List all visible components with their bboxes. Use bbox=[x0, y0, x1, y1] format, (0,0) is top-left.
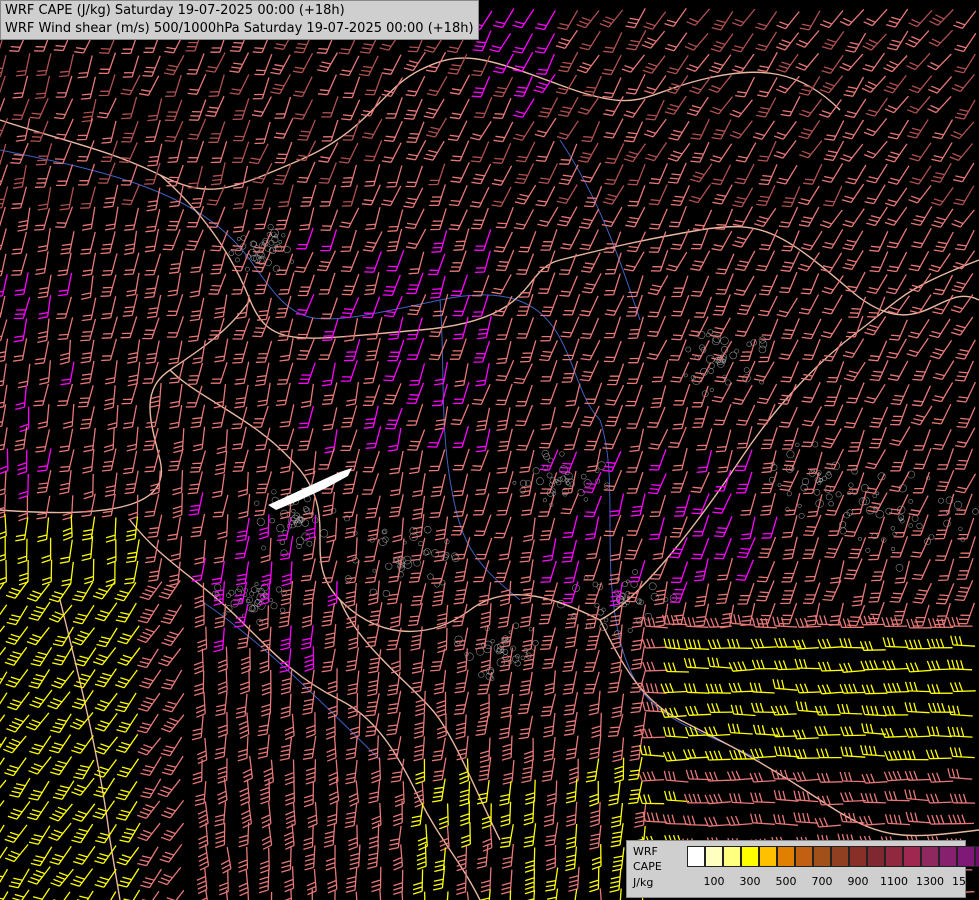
legend-tick: 1300 bbox=[916, 875, 944, 888]
legend-swatch bbox=[741, 846, 759, 867]
legend-tick: 1100 bbox=[880, 875, 908, 888]
legend-swatch bbox=[795, 846, 813, 867]
legend-label-unit: J/kg bbox=[633, 876, 654, 889]
legend-swatch bbox=[921, 846, 939, 867]
map-title: WRF CAPE (J/kg) Saturday 19-07-2025 00:0… bbox=[0, 0, 479, 40]
cape-legend: WRF CAPE J/kg 100 300 500 700 900 1100 1300 150… bbox=[626, 840, 979, 898]
legend-swatch bbox=[831, 846, 849, 867]
legend-swatch bbox=[903, 846, 921, 867]
title-wind-shear: WRF Wind shear (m/s) 500/1000hPa Saturda… bbox=[5, 21, 474, 36]
legend-tick: 700 bbox=[811, 875, 833, 888]
legend-label-model: WRF bbox=[633, 845, 658, 858]
legend-swatch bbox=[939, 846, 957, 867]
title-cape: WRF CAPE (J/kg) Saturday 19-07-2025 00:0… bbox=[5, 3, 345, 18]
legend-swatch bbox=[885, 846, 903, 867]
legend-tick: 500 bbox=[775, 875, 797, 888]
legend-swatch bbox=[777, 846, 795, 867]
legend-tick: 300 bbox=[739, 875, 761, 888]
legend-tick-labels: 100 300 500 700 900 1100 1300 1500 bbox=[687, 875, 979, 889]
legend-label-field: CAPE bbox=[633, 860, 662, 873]
legend-swatch bbox=[957, 846, 975, 867]
legend-swatch bbox=[759, 846, 777, 867]
legend-color-scale bbox=[687, 846, 979, 867]
legend-swatch bbox=[867, 846, 885, 867]
legend-swatch bbox=[723, 846, 741, 867]
legend-swatch bbox=[705, 846, 723, 867]
map-canvas bbox=[0, 0, 979, 900]
legend-swatch bbox=[813, 846, 831, 867]
legend-swatch bbox=[849, 846, 867, 867]
legend-swatch bbox=[975, 846, 979, 867]
legend-tick: 100 bbox=[703, 875, 725, 888]
legend-swatch bbox=[687, 846, 705, 867]
legend-tick: 1500 bbox=[952, 875, 979, 888]
legend-tick: 900 bbox=[847, 875, 869, 888]
